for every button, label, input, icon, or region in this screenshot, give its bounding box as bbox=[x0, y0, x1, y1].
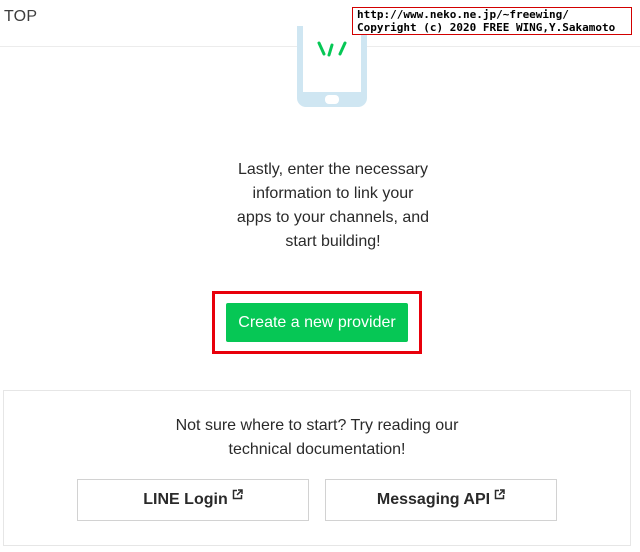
page: TOP http://www.neko.ne.jp/~freewing/ Cop… bbox=[0, 0, 640, 552]
intro-text: Lastly, enter the necessary information … bbox=[200, 158, 466, 254]
intro-line: Lastly, enter the necessary bbox=[237, 161, 429, 178]
external-link-icon bbox=[232, 489, 243, 500]
watermark-copyright: Copyright (c) 2020 FREE WING,Y.Sakamoto bbox=[357, 21, 616, 34]
messaging-api-doc-button[interactable]: Messaging API bbox=[325, 479, 557, 521]
intro-line: start building! bbox=[285, 233, 381, 250]
phone-code-icon bbox=[297, 26, 367, 107]
messaging-api-label: Messaging API bbox=[376, 491, 491, 508]
watermark-url: http://www.neko.ne.jp/~freewing/ bbox=[357, 8, 569, 21]
create-provider-button[interactable]: Create a new provider bbox=[226, 303, 408, 342]
docs-line: Not sure where to start? Try reading our bbox=[175, 417, 459, 434]
docs-text: Not sure where to start? Try reading our… bbox=[4, 414, 630, 462]
intro-line: information to link your bbox=[252, 185, 414, 202]
copyright-watermark: http://www.neko.ne.jp/~freewing/ Copyrig… bbox=[352, 7, 632, 35]
external-link-icon bbox=[494, 489, 505, 500]
line-login-doc-button[interactable]: LINE Login bbox=[77, 479, 309, 521]
nav-top-link[interactable]: TOP bbox=[4, 8, 37, 26]
intro-line: apps to your channels, and bbox=[236, 209, 430, 226]
docs-card: Not sure where to start? Try reading our… bbox=[3, 390, 631, 546]
docs-line: technical documentation! bbox=[228, 441, 406, 458]
line-login-label: LINE Login bbox=[143, 491, 228, 508]
